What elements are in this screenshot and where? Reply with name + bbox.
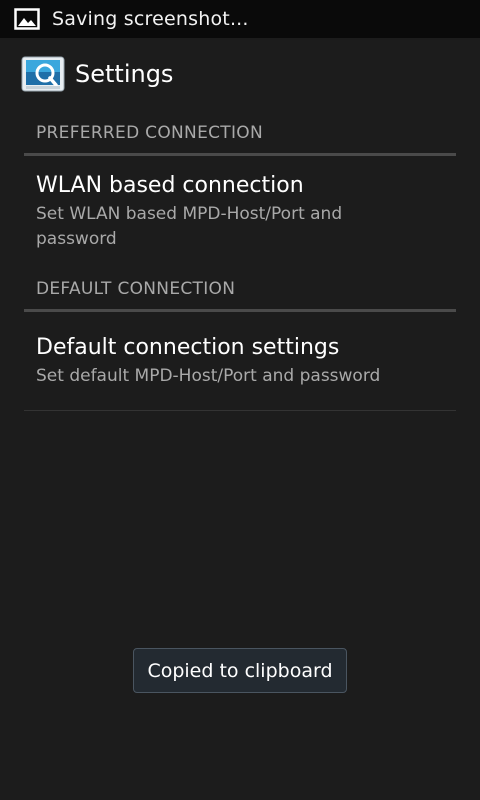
pref-item-default-connection[interactable]: Default connection settings Set default … (24, 334, 456, 389)
pref-item-wlan-connection[interactable]: WLAN based connection Set WLAN based MPD… (24, 172, 456, 252)
settings-screen: Saving screenshot... Settings PREFERRED … (0, 0, 480, 800)
toast-message: Copied to clipboard (133, 648, 347, 693)
pref-item-title: Default connection settings (36, 335, 340, 360)
app-settings-icon[interactable] (21, 56, 65, 92)
pref-item-summary: Set WLAN based MPD-Host/Port and passwor… (36, 204, 343, 249)
pref-item-summary: Set default MPD-Host/Port and password (36, 366, 381, 386)
category-label: DEFAULT CONNECTION (36, 279, 236, 299)
action-bar: Settings (0, 38, 480, 110)
status-bar[interactable]: Saving screenshot... (0, 0, 480, 38)
category-preferred-connection: PREFERRED CONNECTION (24, 112, 456, 156)
page-title: Settings (75, 60, 174, 88)
image-icon (14, 8, 40, 30)
category-default-connection: DEFAULT CONNECTION (24, 268, 456, 312)
category-label: PREFERRED CONNECTION (36, 123, 263, 143)
list-divider (24, 410, 456, 411)
status-notification-text: Saving screenshot... (52, 8, 249, 30)
pref-item-title: WLAN based connection (36, 173, 304, 198)
